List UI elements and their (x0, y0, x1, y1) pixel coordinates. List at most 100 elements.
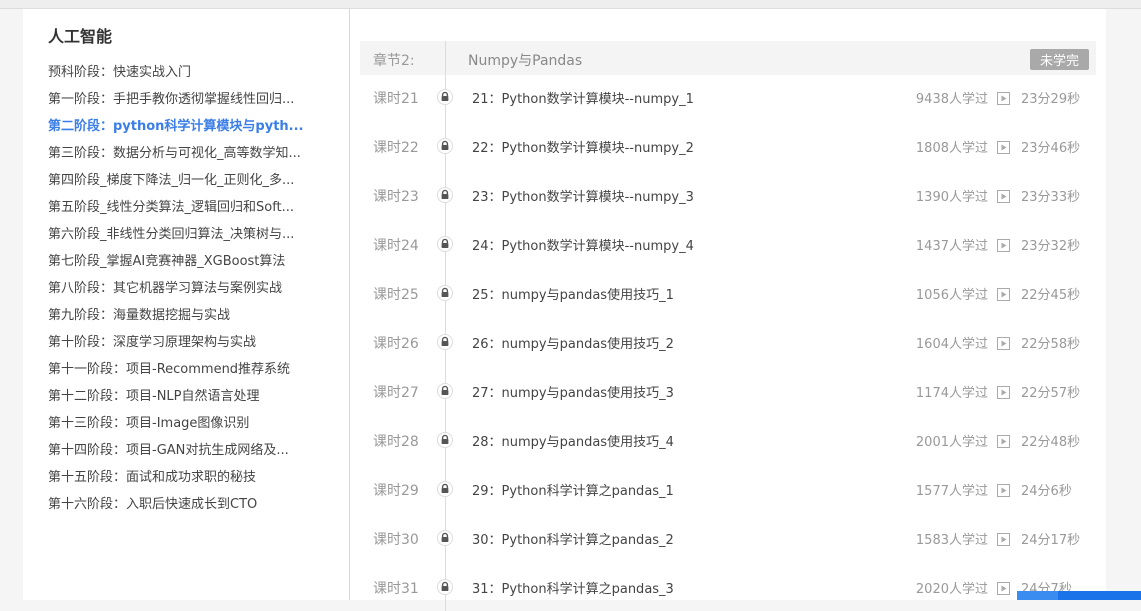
lesson-duration: 23分33秒 (1021, 190, 1081, 205)
lesson-row[interactable]: 课时24 24：Python数学计算模块--numpy_4 1437人学过 23分32… (360, 229, 1096, 259)
lesson-row[interactable]: 课时29 29：Python科学计算之pandas_1 1577人学过 24分6秒 (360, 474, 1096, 504)
learner-count: 2020人学过 (915, 582, 988, 597)
lock-icon (437, 138, 453, 154)
lesson-title: 29：Python科学计算之pandas_1 (472, 484, 674, 499)
learner-count: 1390人学过 (915, 190, 988, 205)
lock-icon (437, 334, 453, 350)
sidebar-stage[interactable]: 第十五阶段：面试和成功求职的秘技 (48, 466, 256, 485)
lock-icon (437, 285, 453, 301)
lesson-row[interactable]: 课时23 23：Python数学计算模块--numpy_3 1390人学过 23分33… (360, 180, 1096, 210)
lesson-list-panel: 章节2: Numpy与Pandas 未学完 课时21 21：Python数学计算模… (360, 9, 1096, 611)
lesson-row[interactable]: 课时26 26：numpy与pandas使用技巧_2 1604人学过 22分58秒 (360, 327, 1096, 357)
lock-icon (437, 530, 453, 546)
chapter-header[interactable]: 章节2: Numpy与Pandas 未学完 (360, 41, 1096, 75)
lesson-number: 课时22 (373, 140, 419, 156)
sidebar-stage[interactable]: 第九阶段：海量数据挖掘与实战 (48, 304, 230, 323)
play-icon (997, 90, 1010, 105)
status-badge: 未学完 (1029, 49, 1089, 70)
lesson-row[interactable]: 课时22 22：Python数学计算模块--numpy_2 1808人学过 23分46… (360, 131, 1096, 161)
play-icon (997, 384, 1010, 399)
lesson-title: 27：numpy与pandas使用技巧_3 (472, 386, 674, 401)
sidebar-stage[interactable]: 第八阶段：其它机器学习算法与案例实战 (48, 277, 282, 296)
lesson-row[interactable]: 课时30 30：Python科学计算之pandas_2 1583人学过 24分17秒 (360, 523, 1096, 553)
lock-icon (437, 89, 453, 105)
lock-icon (437, 187, 453, 203)
lock-icon (437, 236, 453, 252)
lesson-number: 课时27 (373, 385, 419, 401)
lesson-number: 课时26 (373, 336, 419, 352)
lesson-row[interactable]: 课时28 28：numpy与pandas使用技巧_4 2001人学过 22分48秒 (360, 425, 1096, 455)
lesson-duration: 23分46秒 (1021, 141, 1081, 156)
lesson-title: 31：Python科学计算之pandas_3 (472, 582, 674, 597)
lesson-duration: 22分58秒 (1021, 337, 1081, 352)
sidebar-stage[interactable]: 第六阶段_非线性分类回归算法_决策树与... (48, 223, 294, 242)
learner-count: 1174人学过 (915, 386, 988, 401)
sidebar-stage[interactable]: 第一阶段：手把手教你透彻掌握线性回归... (48, 88, 294, 107)
lesson-title: 23：Python数学计算模块--numpy_3 (472, 190, 694, 205)
lesson-title: 24：Python数学计算模块--numpy_4 (472, 239, 694, 254)
bottom-bar (1017, 591, 1141, 600)
lesson-row[interactable]: 课时31 31：Python科学计算之pandas_3 2020人学过 24分7秒 (360, 572, 1096, 602)
learner-count: 1808人学过 (915, 141, 988, 156)
lesson-number: 课时25 (373, 287, 419, 303)
learner-count: 9438人学过 (915, 92, 988, 107)
lesson-title: 26：numpy与pandas使用技巧_2 (472, 337, 674, 352)
lesson-title: 30：Python科学计算之pandas_2 (472, 533, 674, 548)
sidebar-stage[interactable]: 第十三阶段：项目-Image图像识别 (48, 412, 249, 431)
learner-count: 1604人学过 (915, 337, 988, 352)
top-divider (0, 0, 1141, 9)
lesson-duration: 23分32秒 (1021, 239, 1081, 254)
learner-count: 1056人学过 (915, 288, 988, 303)
lesson-number: 课时29 (373, 483, 419, 499)
learner-count: 1583人学过 (915, 533, 988, 548)
sidebar-stage[interactable]: 第二阶段：python科学计算模块与pyth... (48, 115, 304, 134)
play-icon (997, 286, 1010, 301)
sidebar-stage[interactable]: 预科阶段：快速实战入门 (48, 61, 191, 80)
play-icon (997, 237, 1010, 252)
lock-icon (437, 579, 453, 595)
lesson-row[interactable]: 课时27 27：numpy与pandas使用技巧_3 1174人学过 22分57秒 (360, 376, 1096, 406)
sidebar-stage[interactable]: 第十阶段：深度学习原理架构与实战 (48, 331, 256, 350)
course-panel: 人工智能 预科阶段：快速实战入门第一阶段：手把手教你透彻掌握线性回归... 第二阶… (23, 9, 1106, 611)
play-icon (997, 580, 1010, 595)
chapter-label: 章节2: (373, 53, 415, 69)
lock-icon (437, 481, 453, 497)
sidebar-stage[interactable]: 第四阶段_梯度下降法_归一化_正则化_多... (48, 169, 294, 188)
learner-count: 2001人学过 (915, 435, 988, 450)
sidebar-stage[interactable]: 第三阶段：数据分析与可视化_高等数学知... (48, 142, 301, 161)
play-icon (997, 335, 1010, 350)
lesson-row[interactable]: 课时21 21：Python数学计算模块--numpy_1 9438人学过 23分29… (360, 82, 1096, 112)
lesson-duration: 22分48秒 (1021, 435, 1081, 450)
lesson-number: 课时28 (373, 434, 419, 450)
lesson-row[interactable]: 课时25 25：numpy与pandas使用技巧_1 1056人学过 22分45秒 (360, 278, 1096, 308)
lesson-title: 22：Python数学计算模块--numpy_2 (472, 141, 694, 156)
sidebar-stage[interactable]: 第十二阶段：项目-NLP自然语言处理 (48, 385, 260, 404)
lock-icon (437, 432, 453, 448)
play-icon (997, 531, 1010, 546)
learner-count: 1437人学过 (915, 239, 988, 254)
lesson-duration: 23分29秒 (1021, 92, 1081, 107)
lesson-number: 课时24 (373, 238, 419, 254)
lesson-duration: 22分57秒 (1021, 386, 1081, 401)
lesson-number: 课时31 (373, 581, 419, 597)
play-icon (997, 433, 1010, 448)
sidebar-stage[interactable]: 第五阶段_线性分类算法_逻辑回归和Soft... (48, 196, 294, 215)
sidebar-stage[interactable]: 第十六阶段：入职后快速成长到CTO (48, 493, 257, 512)
lesson-duration: 24分17秒 (1021, 533, 1081, 548)
learner-count: 1577人学过 (915, 484, 988, 499)
course-title: 人工智能 (48, 27, 113, 46)
lesson-title: 25：numpy与pandas使用技巧_1 (472, 288, 674, 303)
sidebar: 人工智能 预科阶段：快速实战入门第一阶段：手把手教你透彻掌握线性回归... 第二阶… (23, 9, 350, 600)
sidebar-stage[interactable]: 第七阶段_掌握AI竞赛神器_XGBoost算法 (48, 250, 285, 269)
play-icon (997, 188, 1010, 203)
lesson-duration: 22分45秒 (1021, 288, 1081, 303)
chapter-name: Numpy与Pandas (468, 53, 583, 69)
sidebar-stage[interactable]: 第十一阶段：项目-Recommend推荐系统 (48, 358, 290, 377)
play-icon (997, 139, 1010, 154)
lesson-title: 28：numpy与pandas使用技巧_4 (472, 435, 674, 450)
lesson-number: 课时23 (373, 189, 419, 205)
lesson-title: 21：Python数学计算模块--numpy_1 (472, 92, 694, 107)
sidebar-stage[interactable]: 第十四阶段：项目-GAN对抗生成网络及... (48, 439, 289, 458)
lock-icon (437, 383, 453, 399)
play-icon (997, 482, 1010, 497)
